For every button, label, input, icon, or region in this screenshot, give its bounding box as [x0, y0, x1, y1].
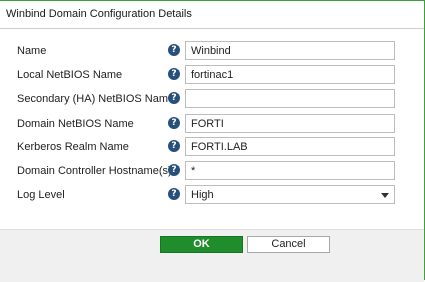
form-row-name: Name ? Winbind	[0, 41, 424, 61]
secondary-netbios-label: Secondary (HA) NetBIOS Name	[17, 93, 175, 105]
domain-controller-input[interactable]: *	[185, 161, 395, 180]
dialog-title-bar: Winbind Domain Configuration Details	[0, 1, 424, 29]
domain-netbios-value: FORTI	[191, 118, 224, 130]
question-circle-icon[interactable]: ?	[168, 117, 180, 129]
question-circle-icon[interactable]: ?	[168, 140, 180, 152]
dialog-title: Winbind Domain Configuration Details	[6, 8, 192, 20]
form-row-log-level: Log Level ? High	[0, 185, 424, 205]
kerberos-realm-input[interactable]: FORTI.LAB	[185, 137, 395, 156]
log-level-value: High	[191, 189, 214, 201]
question-circle-icon[interactable]: ?	[168, 92, 180, 104]
form-row-domain-netbios: Domain NetBIOS Name ? FORTI	[0, 114, 424, 134]
local-netbios-label: Local NetBIOS Name	[17, 69, 123, 81]
form-row-secondary-netbios: Secondary (HA) NetBIOS Name ?	[0, 89, 424, 109]
winbind-config-dialog: Winbind Domain Configuration Details Nam…	[0, 0, 425, 282]
local-netbios-value: fortinac1	[191, 69, 234, 81]
question-circle-icon[interactable]: ?	[168, 164, 180, 176]
form-row-kerberos-realm: Kerberos Realm Name ? FORTI.LAB	[0, 137, 424, 157]
domain-netbios-label: Domain NetBIOS Name	[17, 118, 134, 130]
name-input[interactable]: Winbind	[185, 41, 395, 60]
cancel-button[interactable]: Cancel	[247, 236, 330, 253]
kerberos-realm-value: FORTI.LAB	[191, 141, 248, 153]
question-circle-icon[interactable]: ?	[168, 188, 180, 200]
question-circle-icon[interactable]: ?	[168, 68, 180, 80]
question-circle-icon[interactable]: ?	[168, 44, 180, 56]
domain-netbios-input[interactable]: FORTI	[185, 114, 395, 133]
form-row-domain-controller: Domain Controller Hostname(s) ? *	[0, 161, 424, 181]
log-level-select[interactable]: High	[185, 185, 395, 204]
name-label: Name	[17, 45, 47, 57]
domain-controller-value: *	[191, 165, 196, 177]
form-row-local-netbios: Local NetBIOS Name ? fortinac1	[0, 65, 424, 85]
local-netbios-input[interactable]: fortinac1	[185, 65, 395, 84]
name-value: Winbind	[191, 45, 231, 57]
chevron-down-icon[interactable]	[381, 193, 389, 198]
log-level-label: Log Level	[17, 189, 65, 201]
secondary-netbios-input[interactable]	[185, 89, 395, 108]
domain-controller-label: Domain Controller Hostname(s)	[17, 165, 172, 177]
dialog-footer: OK Cancel	[0, 229, 424, 282]
ok-button[interactable]: OK	[160, 236, 243, 253]
kerberos-realm-label: Kerberos Realm Name	[17, 141, 129, 153]
